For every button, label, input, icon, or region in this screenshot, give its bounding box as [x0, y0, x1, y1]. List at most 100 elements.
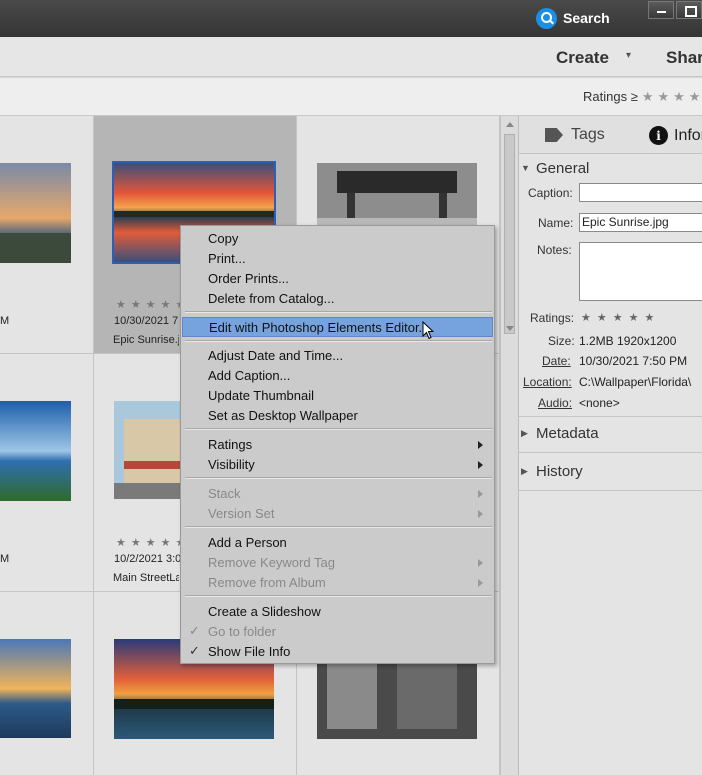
- context-menu: Copy Print... Order Prints... Delete fro…: [180, 225, 495, 664]
- scroll-up-arrow-icon[interactable]: [506, 122, 514, 127]
- ratings-filter-stars[interactable]: ★★★★: [642, 89, 702, 104]
- menu-item-update-thumbnail[interactable]: Update Thumbnail: [182, 386, 493, 406]
- cell-date: 10/30/2021 7: [114, 315, 179, 327]
- ratings-filter[interactable]: Ratings ≥ ★★★★: [583, 89, 702, 105]
- photo-thumbnail[interactable]: [0, 401, 71, 501]
- notes-field[interactable]: [579, 242, 702, 301]
- menu-item-label: Add Caption...: [208, 368, 291, 383]
- menu-item-print[interactable]: Print...: [182, 249, 493, 269]
- menu-item-adjust-date-time[interactable]: Adjust Date and Time...: [182, 346, 493, 366]
- submenu-arrow-icon: [478, 559, 483, 567]
- search-label: Search: [563, 10, 610, 26]
- grid-cell[interactable]: [0, 592, 94, 775]
- menu-item-label: Ratings: [208, 437, 253, 452]
- tab-information-label: Infor: [674, 126, 702, 144]
- photo-thumbnail[interactable]: [0, 639, 71, 738]
- menu-item-add-person[interactable]: Add a Person: [182, 533, 493, 553]
- filter-bar: Ratings ≥ ★★★★: [0, 78, 702, 116]
- menu-separator: [185, 526, 492, 528]
- menu-item-label: Adjust Date and Time...: [208, 348, 344, 363]
- create-caret-icon[interactable]: ▾: [626, 50, 631, 61]
- history-label: History: [536, 463, 583, 480]
- grid-cell[interactable]: M: [0, 354, 94, 592]
- size-label: Size:: [548, 334, 575, 348]
- menu-item-label: Remove from Album: [208, 575, 326, 590]
- cell-filename: Main StreetLa: [113, 572, 179, 584]
- info-icon: i: [649, 126, 668, 145]
- scroll-thumb[interactable]: [504, 134, 515, 334]
- date-value: 10/30/2021 7:50 PM: [579, 354, 688, 368]
- search-button[interactable]: Search: [536, 6, 610, 30]
- location-link[interactable]: Location:: [523, 375, 572, 389]
- audio-value: <none>: [579, 396, 620, 410]
- minimize-button[interactable]: [648, 1, 674, 19]
- submenu-arrow-icon: [478, 510, 483, 518]
- scroll-down-arrow-icon[interactable]: [506, 326, 514, 331]
- menu-item-show-file-info[interactable]: ✓ Show File Info: [182, 642, 493, 662]
- menu-item-set-desktop-wallpaper[interactable]: Set as Desktop Wallpaper: [182, 406, 493, 426]
- submenu-arrow-icon: [478, 579, 483, 587]
- grid-scrollbar[interactable]: [500, 116, 518, 775]
- divider: [519, 452, 702, 453]
- menu-item-remove-keyword-tag: Remove Keyword Tag: [182, 553, 493, 573]
- metadata-section-header[interactable]: ▶ Metadata: [519, 421, 702, 447]
- general-section-header[interactable]: ▼ General: [519, 156, 702, 182]
- grid-cell[interactable]: M: [0, 116, 94, 354]
- menu-item-copy[interactable]: Copy: [182, 229, 493, 249]
- checkmark-icon: ✓: [189, 623, 200, 638]
- menu-item-label: Order Prints...: [208, 271, 289, 286]
- menu-separator: [185, 340, 492, 342]
- menu-item-edit-with-photoshop[interactable]: Edit with Photoshop Elements Editor...: [182, 317, 493, 337]
- info-panel: Tags i Infor ▼ General Caption: Name: Ep…: [518, 116, 702, 775]
- menu-item-ratings[interactable]: Ratings: [182, 435, 493, 455]
- cell-date: M: [0, 553, 10, 565]
- menu-item-label: Visibility: [208, 457, 255, 472]
- divider: [519, 490, 702, 491]
- audio-link[interactable]: Audio:: [538, 396, 572, 410]
- caption-field[interactable]: [579, 183, 702, 202]
- ratings-label: Ratings:: [530, 311, 575, 325]
- submenu-arrow-icon: [478, 461, 483, 469]
- name-label: Name:: [538, 216, 574, 230]
- submenu-arrow-icon: [478, 490, 483, 498]
- menu-item-label: Copy: [208, 231, 239, 246]
- history-section-header[interactable]: ▶ History: [519, 459, 702, 485]
- tag-icon: [545, 128, 563, 142]
- checkmark-icon: ✓: [189, 643, 200, 658]
- name-field[interactable]: Epic Sunrise.jpg: [579, 213, 702, 232]
- general-label: General: [536, 160, 590, 177]
- menu-item-label: Stack: [208, 486, 241, 501]
- menu-separator: [185, 311, 492, 313]
- menu-item-stack: Stack: [182, 484, 493, 504]
- ratings-stars[interactable]: ★★★★★: [581, 311, 660, 324]
- menu-item-label: Remove Keyword Tag: [208, 555, 335, 570]
- photo-thumbnail[interactable]: [0, 163, 71, 263]
- menu-item-label: Update Thumbnail: [208, 388, 314, 403]
- size-value: 1.2MB 1920x1200: [579, 334, 677, 348]
- tab-information[interactable]: i Infor: [649, 126, 702, 145]
- cell-date: 10/2/2021 3:0: [114, 553, 180, 565]
- create-menu[interactable]: Create: [556, 48, 609, 68]
- menu-item-create-slideshow[interactable]: Create a Slideshow: [182, 602, 493, 622]
- collapsed-arrow-icon: ▶: [521, 428, 528, 438]
- menu-item-order-prints[interactable]: Order Prints...: [182, 269, 493, 289]
- menu-item-delete-from-catalog[interactable]: Delete from Catalog...: [182, 289, 493, 309]
- panel-tabs: Tags i Infor: [519, 116, 702, 154]
- divider: [519, 416, 702, 417]
- menu-item-add-caption[interactable]: Add Caption...: [182, 366, 493, 386]
- tab-tags-label: Tags: [571, 126, 605, 143]
- mouse-cursor-icon: [422, 321, 434, 340]
- menu-item-label: Set as Desktop Wallpaper: [208, 408, 358, 423]
- date-link[interactable]: Date:: [542, 354, 571, 368]
- menu-separator: [185, 595, 492, 597]
- menu-separator: [185, 428, 492, 430]
- menu-item-label: Create a Slideshow: [208, 604, 321, 619]
- menu-item-version-set: Version Set: [182, 504, 493, 524]
- share-menu[interactable]: Shar: [666, 48, 702, 68]
- maximize-button[interactable]: [676, 1, 702, 19]
- menu-item-label: Go to folder: [208, 624, 276, 639]
- menu-bar: Create ▾ Shar: [0, 37, 702, 77]
- menu-item-visibility[interactable]: Visibility: [182, 455, 493, 475]
- tab-tags[interactable]: Tags: [545, 126, 605, 144]
- menu-item-label: Edit with Photoshop Elements Editor...: [209, 320, 430, 335]
